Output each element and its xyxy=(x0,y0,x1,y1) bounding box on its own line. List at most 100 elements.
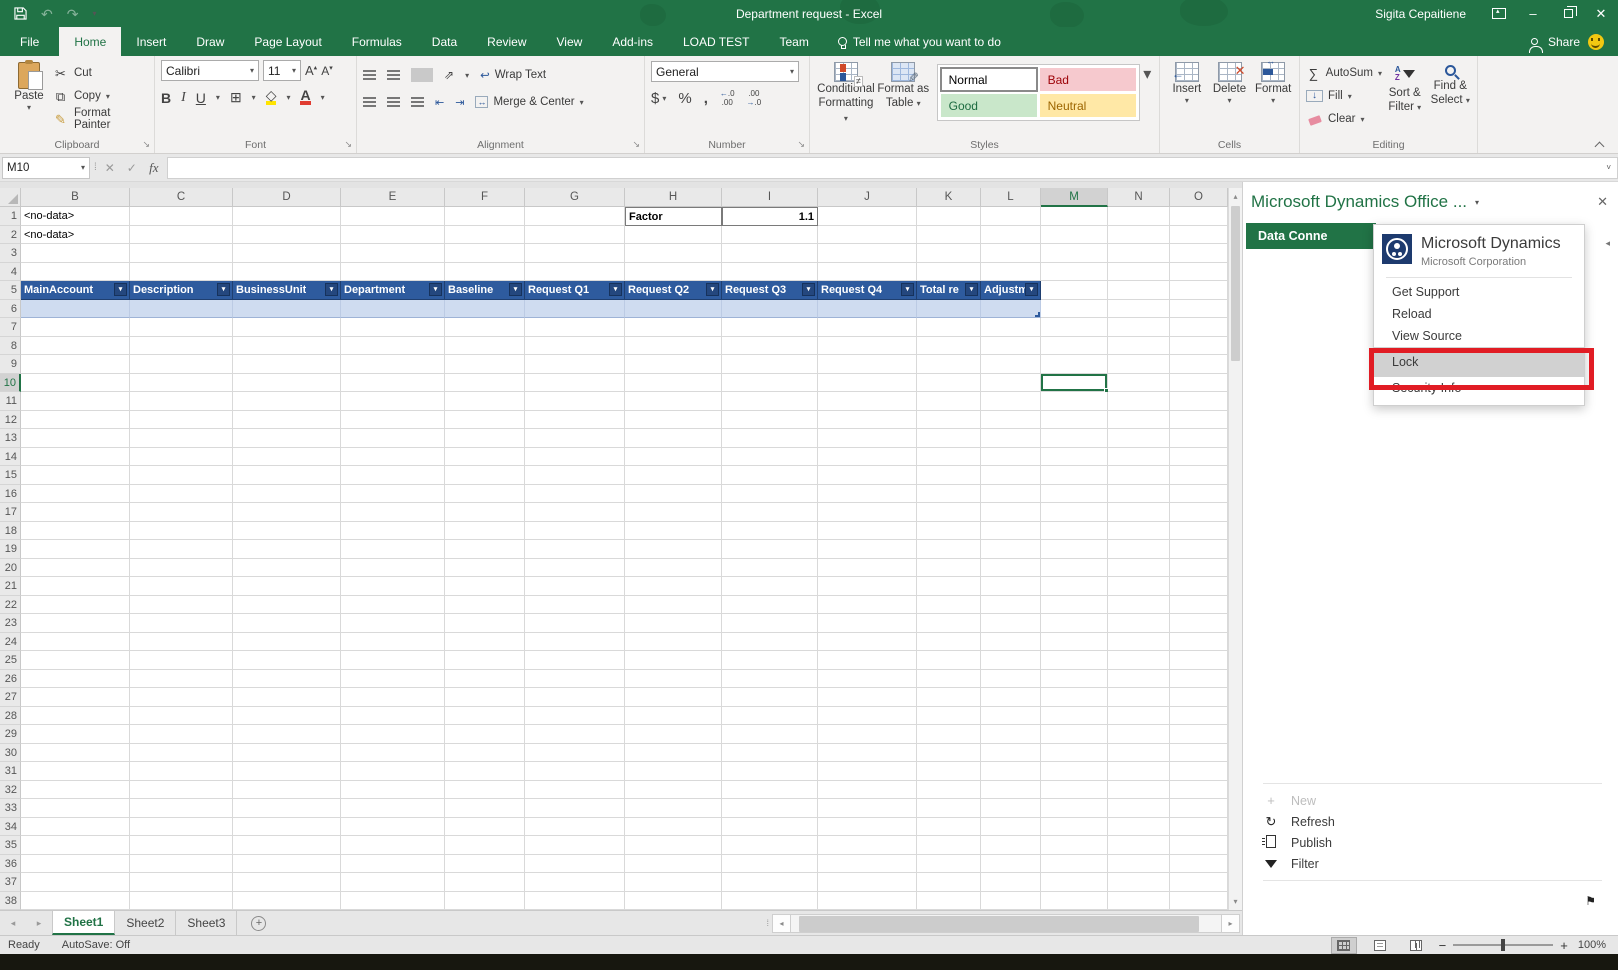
align-bottom-button[interactable] xyxy=(411,68,433,82)
horizontal-scroll-thumb[interactable] xyxy=(799,916,1199,932)
insert-function-icon[interactable]: fx xyxy=(145,160,163,176)
cell-D35[interactable] xyxy=(233,836,341,855)
column-header-I[interactable]: I xyxy=(722,188,818,207)
cell-J1[interactable] xyxy=(818,207,917,226)
cell-M7[interactable] xyxy=(1041,318,1108,337)
sheet-tab-sheet2[interactable]: Sheet2 xyxy=(115,911,176,935)
status-autosave[interactable]: AutoSave: Off xyxy=(62,939,130,951)
cell-I20[interactable] xyxy=(722,559,818,578)
cell-O6[interactable] xyxy=(1170,300,1228,319)
increase-decimal-button[interactable]: ←.0.00 xyxy=(720,90,735,108)
cell-O26[interactable] xyxy=(1170,670,1228,689)
cell-M13[interactable] xyxy=(1041,429,1108,448)
cell-I9[interactable] xyxy=(722,355,818,374)
cell-H2[interactable] xyxy=(625,226,722,245)
cell-E37[interactable] xyxy=(341,873,445,892)
sort-filter-button[interactable]: AZ Sort &Filter ▾ xyxy=(1382,60,1428,115)
cell-E28[interactable] xyxy=(341,707,445,726)
cell-C8[interactable] xyxy=(130,337,233,356)
comma-button[interactable]: , xyxy=(704,90,708,107)
cell-H3[interactable] xyxy=(625,244,722,263)
cell-B4[interactable] xyxy=(21,263,130,282)
row-header-34[interactable]: 34 xyxy=(0,818,21,837)
cell-D4[interactable] xyxy=(233,263,341,282)
cell-E4[interactable] xyxy=(341,263,445,282)
cell-E18[interactable] xyxy=(341,522,445,541)
cell-D20[interactable] xyxy=(233,559,341,578)
cell-C30[interactable] xyxy=(130,744,233,763)
cell-H10[interactable] xyxy=(625,374,722,393)
cell-E20[interactable] xyxy=(341,559,445,578)
cell-B13[interactable] xyxy=(21,429,130,448)
cell-I23[interactable] xyxy=(722,614,818,633)
format-cells-button[interactable]: ↔ Format▾ xyxy=(1251,60,1295,105)
cell-H26[interactable] xyxy=(625,670,722,689)
cell-I24[interactable] xyxy=(722,633,818,652)
cell-J2[interactable] xyxy=(818,226,917,245)
pane-collapse-icon[interactable]: ◂ xyxy=(1605,238,1610,249)
select-all-corner[interactable] xyxy=(0,188,21,207)
cell-C20[interactable] xyxy=(130,559,233,578)
cell-F8[interactable] xyxy=(445,337,525,356)
cell-N9[interactable] xyxy=(1108,355,1170,374)
cell-B9[interactable] xyxy=(21,355,130,374)
cell-C19[interactable] xyxy=(130,540,233,559)
cell-K1[interactable] xyxy=(917,207,981,226)
cell-F17[interactable] xyxy=(445,503,525,522)
filter-dropdown-button[interactable]: ▾ xyxy=(217,283,230,296)
cell-N8[interactable] xyxy=(1108,337,1170,356)
cell-B11[interactable] xyxy=(21,392,130,411)
cell-C23[interactable] xyxy=(130,614,233,633)
cell-L23[interactable] xyxy=(981,614,1041,633)
cell-K10[interactable] xyxy=(917,374,981,393)
filter-dropdown-button[interactable]: ▾ xyxy=(965,283,978,296)
cell-B33[interactable] xyxy=(21,799,130,818)
cell-K38[interactable] xyxy=(917,892,981,911)
cell-O23[interactable] xyxy=(1170,614,1228,633)
cell-G16[interactable] xyxy=(525,485,625,504)
cell-L19[interactable] xyxy=(981,540,1041,559)
cell-I1[interactable]: 1.1 xyxy=(722,207,818,226)
cell-O2[interactable] xyxy=(1170,226,1228,245)
cell-J15[interactable] xyxy=(818,466,917,485)
cell-F24[interactable] xyxy=(445,633,525,652)
cell-D2[interactable] xyxy=(233,226,341,245)
cell-I36[interactable] xyxy=(722,855,818,874)
minimize-button[interactable]: – xyxy=(1516,0,1550,27)
cell-I26[interactable] xyxy=(722,670,818,689)
cell-N32[interactable] xyxy=(1108,781,1170,800)
cell-C14[interactable] xyxy=(130,448,233,467)
cell-D32[interactable] xyxy=(233,781,341,800)
cell-H30[interactable] xyxy=(625,744,722,763)
cell-H21[interactable] xyxy=(625,577,722,596)
cell-E25[interactable] xyxy=(341,651,445,670)
cell-J11[interactable] xyxy=(818,392,917,411)
cell-G14[interactable] xyxy=(525,448,625,467)
cell-L7[interactable] xyxy=(981,318,1041,337)
cell-M26[interactable] xyxy=(1041,670,1108,689)
cell-G31[interactable] xyxy=(525,762,625,781)
row-header-33[interactable]: 33 xyxy=(0,799,21,818)
style-neutral[interactable]: Neutral xyxy=(1040,94,1136,117)
cell-D29[interactable] xyxy=(233,725,341,744)
data-connector-tab[interactable]: Data Conne xyxy=(1246,223,1376,249)
cell-E16[interactable] xyxy=(341,485,445,504)
cell-N29[interactable] xyxy=(1108,725,1170,744)
cell-I22[interactable] xyxy=(722,596,818,615)
style-bad[interactable]: Bad xyxy=(1040,68,1136,91)
cell-H37[interactable] xyxy=(625,873,722,892)
row-header-17[interactable]: 17 xyxy=(0,503,21,522)
cell-L34[interactable] xyxy=(981,818,1041,837)
cell-I15[interactable] xyxy=(722,466,818,485)
cell-N12[interactable] xyxy=(1108,411,1170,430)
cell-O27[interactable] xyxy=(1170,688,1228,707)
refresh-action[interactable]: ↻Refresh xyxy=(1263,811,1602,832)
row-header-14[interactable]: 14 xyxy=(0,448,21,467)
cell-M11[interactable] xyxy=(1041,392,1108,411)
cell-D13[interactable] xyxy=(233,429,341,448)
column-header-O[interactable]: O xyxy=(1170,188,1228,207)
cell-J17[interactable] xyxy=(818,503,917,522)
borders-button[interactable]: ⊞ xyxy=(230,89,242,106)
cell-K31[interactable] xyxy=(917,762,981,781)
cell-O33[interactable] xyxy=(1170,799,1228,818)
